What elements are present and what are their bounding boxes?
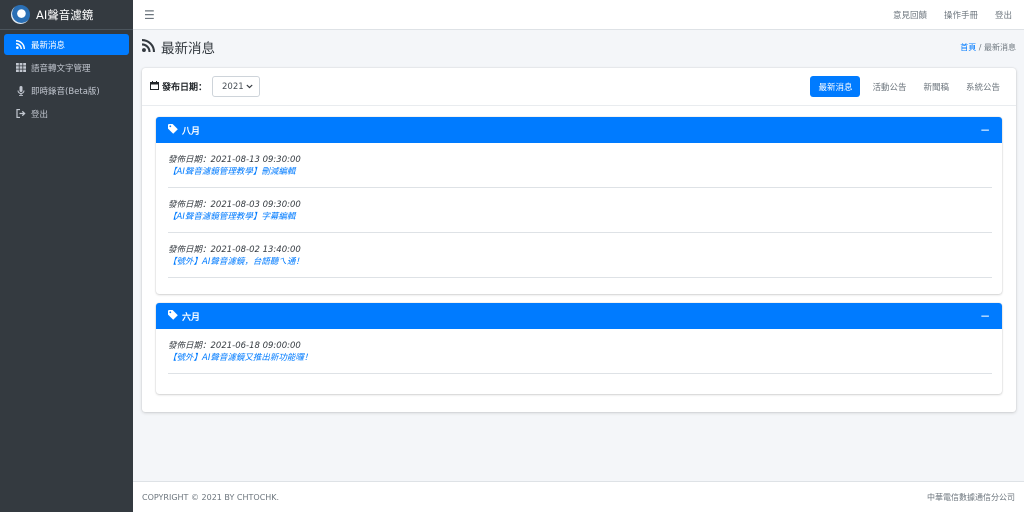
sidebar-item-live-recording[interactable]: 即時錄音(Beta版) — [4, 80, 129, 101]
breadcrumb: 首頁 / 最新消息 — [960, 42, 1018, 53]
top-links: 意見回饋 操作手冊 登出 — [893, 9, 1024, 21]
tab-latest-news[interactable]: 最新消息 — [810, 76, 861, 97]
news-title-link[interactable]: 【號外】AI聲音濾鏡又推出新功能囉！ — [168, 352, 992, 365]
tab-system-announcements[interactable]: 系統公告 — [958, 76, 1008, 97]
content-header: 最新消息 首頁 / 最新消息 — [141, 36, 1018, 58]
sidebar-item-news[interactable]: 最新消息 — [4, 34, 129, 55]
news-title-link[interactable]: 【AI聲音濾鏡管理教學】刪減編輯 — [168, 166, 992, 179]
top-navbar: ☰ 意見回饋 操作手冊 登出 — [133, 0, 1024, 30]
month-header[interactable]: 八月 − — [156, 117, 1002, 143]
rss-icon — [141, 38, 155, 56]
footer: COPYRIGHT © 2021 BY CHTOCHK. 中華電信數據通信分公司 — [133, 481, 1024, 512]
microphone-icon — [14, 85, 27, 96]
chevron-down-icon — [246, 82, 253, 92]
brand[interactable]: AI聲音濾鏡 — [0, 0, 133, 30]
company-name: 中華電信數據通信分公司 — [927, 492, 1015, 502]
sidebar-item-logout[interactable]: 登出 — [4, 103, 129, 124]
month-title: 八月 — [182, 126, 201, 137]
news-item: 發佈日期：2021-08-02 13:40:00 【號外】AI聲音濾鏡，台語聽ㄟ… — [168, 233, 992, 278]
page-title-text: 最新消息 — [161, 41, 215, 57]
month-header[interactable]: 六月 − — [156, 303, 1002, 329]
brand-text: AI聲音濾鏡 — [36, 7, 94, 22]
year-select-value: 2021 — [222, 81, 244, 92]
tab-events[interactable]: 活動公告 — [864, 76, 914, 97]
sidebar-item-label: 語音轉文字管理 — [31, 63, 91, 74]
news-title-link[interactable]: 【AI聲音濾鏡管理教學】字幕編輯 — [168, 211, 992, 224]
month-panel-august: 八月 − 發佈日期：2021-08-13 09:30:00 【AI聲音濾鏡管理教… — [156, 117, 1002, 294]
news-item: 發佈日期：2021-08-03 09:30:00 【AI聲音濾鏡管理教學】字幕編… — [168, 188, 992, 233]
tab-press-releases[interactable]: 新聞稿 — [915, 76, 957, 97]
rss-icon — [14, 40, 27, 49]
manual-link[interactable]: 操作手冊 — [944, 9, 978, 21]
sidebar-item-transcription[interactable]: 語音轉文字管理 — [4, 57, 129, 78]
sidebar-item-label: 登出 — [31, 109, 49, 120]
news-item: 發佈日期：2021-08-13 09:30:00 【AI聲音濾鏡管理教學】刪減編… — [168, 143, 992, 188]
tag-icon — [168, 123, 178, 137]
sidebar: AI聲音濾鏡 最新消息 語音轉文字管理 即時錄音(Beta版) 登出 — [0, 0, 133, 512]
month-panel-june: 六月 − 發佈日期：2021-06-18 09:00:00 【號外】AI聲音濾鏡… — [156, 303, 1002, 394]
brand-logo-icon — [11, 5, 30, 24]
breadcrumb-separator: / — [978, 42, 982, 52]
breadcrumb-home-link[interactable]: 首頁 — [960, 43, 976, 52]
sidebar-item-label: 最新消息 — [31, 40, 66, 51]
month-body: 發佈日期：2021-08-13 09:30:00 【AI聲音濾鏡管理教學】刪減編… — [156, 143, 1002, 278]
year-select[interactable]: 2021 — [212, 76, 261, 97]
collapse-button[interactable]: − — [980, 123, 990, 137]
calendar-icon — [150, 80, 159, 93]
card-header: 發布日期： 2021 最新消息 活動公告 新聞稿 系統公告 — [142, 68, 1016, 106]
tag-icon — [168, 309, 178, 323]
month-body: 發佈日期：2021-06-18 09:00:00 【號外】AI聲音濾鏡又推出新功… — [156, 329, 1002, 374]
feedback-link[interactable]: 意見回饋 — [893, 9, 927, 21]
news-date: 發佈日期：2021-08-02 13:40:00 — [168, 245, 301, 255]
news-category-tabs: 最新消息 活動公告 新聞稿 系統公告 — [809, 76, 1008, 97]
news-date: 發佈日期：2021-08-03 09:30:00 — [168, 200, 301, 210]
collapse-button[interactable]: − — [980, 309, 990, 323]
hamburger-menu-icon[interactable]: ☰ — [144, 8, 155, 22]
copyright-text: COPYRIGHT © 2021 BY CHTOCHK. — [142, 492, 280, 502]
sidebar-nav: 最新消息 語音轉文字管理 即時錄音(Beta版) 登出 — [0, 30, 133, 124]
news-item: 發佈日期：2021-06-18 09:00:00 【號外】AI聲音濾鏡又推出新功… — [168, 329, 992, 374]
grid-icon — [14, 63, 27, 72]
news-title-link[interactable]: 【號外】AI聲音濾鏡，台語聽ㄟ通！ — [168, 256, 992, 269]
breadcrumb-current: 最新消息 — [984, 42, 1016, 52]
logout-link[interactable]: 登出 — [995, 9, 1012, 21]
news-card: 發布日期： 2021 最新消息 活動公告 新聞稿 系統公告 八月 − 發佈日期：… — [142, 68, 1016, 412]
news-date: 發佈日期：2021-08-13 09:30:00 — [168, 155, 301, 165]
page-title: 最新消息 — [141, 37, 215, 57]
date-filter-text: 發布日期： — [162, 83, 208, 93]
news-date: 發佈日期：2021-06-18 09:00:00 — [168, 341, 301, 351]
month-title: 六月 — [182, 312, 201, 323]
sidebar-item-label: 即時錄音(Beta版) — [31, 86, 100, 97]
sign-out-icon — [14, 109, 27, 118]
date-filter-label: 發布日期： — [150, 80, 207, 93]
